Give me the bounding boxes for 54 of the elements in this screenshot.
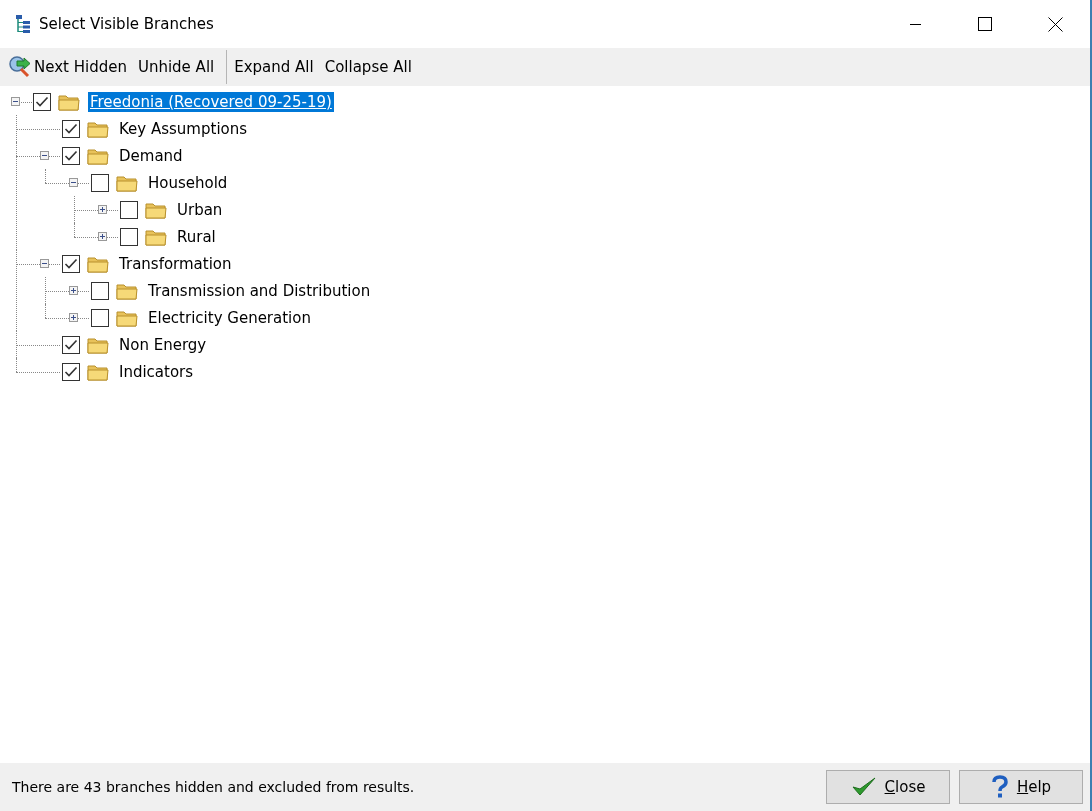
folder-icon xyxy=(87,362,109,381)
folder-icon xyxy=(145,227,167,246)
checkbox[interactable] xyxy=(62,146,80,165)
tree-item[interactable]: Demand xyxy=(117,145,185,166)
expand-icon[interactable] xyxy=(69,313,78,322)
folder-icon xyxy=(87,254,109,273)
collapse-icon[interactable] xyxy=(40,151,49,160)
checkbox[interactable] xyxy=(33,92,51,111)
checkbox[interactable] xyxy=(91,281,109,300)
maximize-icon[interactable] xyxy=(978,17,992,31)
checkbox[interactable] xyxy=(91,308,109,327)
tree-item[interactable]: Electricity Generation xyxy=(146,307,313,328)
folder-icon xyxy=(87,146,109,165)
checkmark-icon xyxy=(850,776,877,798)
collapse-icon[interactable] xyxy=(69,178,78,187)
expand-icon[interactable] xyxy=(98,232,107,241)
expand-icon[interactable] xyxy=(98,205,107,214)
tree-item[interactable]: Urban xyxy=(175,199,225,220)
folder-icon xyxy=(87,335,109,354)
checkbox[interactable] xyxy=(62,362,80,381)
tree-item[interactable]: Indicators xyxy=(117,361,196,382)
toolbar-button[interactable]: Unhide All xyxy=(134,52,223,82)
folder-icon xyxy=(58,92,80,111)
folder-icon xyxy=(116,281,138,300)
checkbox[interactable] xyxy=(62,254,80,273)
close-button[interactable]: Close xyxy=(826,770,950,804)
folder-icon xyxy=(116,173,138,192)
tree-item[interactable]: Non Energy xyxy=(117,334,209,355)
expand-icon[interactable] xyxy=(69,286,78,295)
close-icon[interactable] xyxy=(1047,16,1063,32)
collapse-icon[interactable] xyxy=(40,259,49,268)
checkbox[interactable] xyxy=(62,119,80,138)
status-text: There are 43 branches hidden and excluded from results. xyxy=(12,779,415,795)
toolbar-button[interactable]: Next Hidden xyxy=(6,52,135,82)
checkbox[interactable] xyxy=(120,200,138,219)
tree-item[interactable]: Transmission and Distribution xyxy=(146,280,373,301)
help-button[interactable]: Help xyxy=(959,770,1083,804)
tree-icon xyxy=(15,14,31,34)
tree-item[interactable]: Transformation xyxy=(117,253,234,274)
folder-icon xyxy=(145,200,167,219)
tree-item[interactable]: Household xyxy=(146,172,230,193)
checkbox[interactable] xyxy=(62,335,80,354)
tree-item[interactable]: Key Assumptions xyxy=(117,118,250,139)
checkbox[interactable] xyxy=(120,227,138,246)
checkbox[interactable] xyxy=(91,173,109,192)
help-icon xyxy=(990,775,1009,799)
folder-icon xyxy=(87,119,109,138)
tree-item[interactable]: Rural xyxy=(175,226,218,247)
toolbar-button[interactable]: Collapse All xyxy=(321,52,420,82)
collapse-icon[interactable] xyxy=(11,97,20,106)
window-title: Select Visible Branches xyxy=(39,15,214,33)
folder-icon xyxy=(116,308,138,327)
tree-item[interactable]: Freedonia (Recovered 09-25-19) xyxy=(88,91,334,112)
toolbar-button[interactable]: Expand All xyxy=(231,52,322,82)
